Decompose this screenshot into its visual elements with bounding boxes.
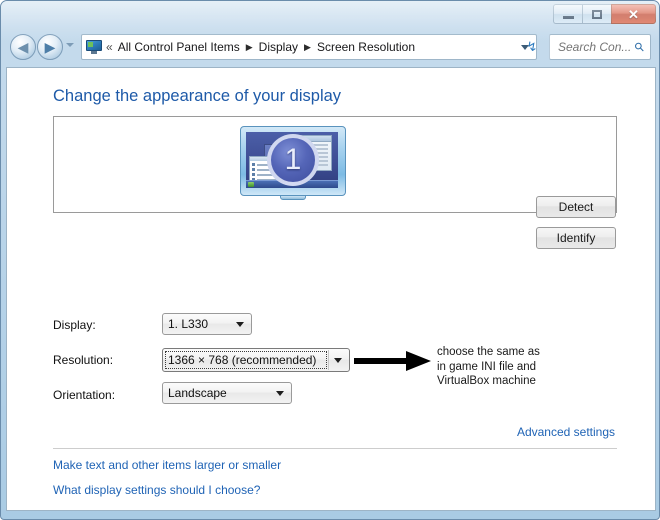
back-arrow-icon: ◀ bbox=[17, 39, 29, 55]
forward-arrow-icon: ▶ bbox=[44, 39, 56, 55]
refresh-icon: ↯ bbox=[526, 39, 538, 54]
monitor-number-badge: 1 bbox=[267, 134, 319, 186]
title-bar: ✕ bbox=[1, 1, 659, 29]
breadcrumb-separator-icon: ▶ bbox=[245, 41, 253, 52]
close-icon: ✕ bbox=[628, 6, 639, 22]
resolution-select-value: 1366 × 768 (recommended) bbox=[168, 353, 317, 367]
maximize-button[interactable] bbox=[582, 4, 611, 24]
breadcrumb-overflow-icon[interactable]: « bbox=[106, 40, 113, 54]
display-preview-area: 1 bbox=[53, 116, 617, 213]
breadcrumb-item-all-control-panel-items[interactable]: All Control Panel Items bbox=[117, 40, 241, 54]
display-select[interactable]: 1. L330 bbox=[162, 313, 252, 335]
display-label: Display: bbox=[53, 318, 96, 332]
identify-button[interactable]: Identify bbox=[536, 227, 616, 249]
chevron-down-icon bbox=[236, 321, 244, 327]
annotation-line-3: VirtualBox machine bbox=[437, 375, 536, 387]
advanced-settings-link[interactable]: Advanced settings bbox=[517, 425, 615, 439]
resolution-select[interactable]: 1366 × 768 (recommended) bbox=[162, 348, 350, 372]
chevron-down-icon bbox=[276, 390, 284, 396]
address-bar[interactable]: « All Control Panel Items ▶ Display ▶ Sc… bbox=[81, 34, 537, 60]
resolution-arrow-separator bbox=[328, 350, 329, 370]
orientation-label: Orientation: bbox=[53, 388, 116, 402]
content-pane: Change the appearance of your display 1 … bbox=[6, 67, 656, 511]
monitor-preview[interactable]: 1 bbox=[240, 126, 346, 204]
refresh-button[interactable]: ↯ bbox=[521, 35, 543, 59]
screen-resolution-window: ✕ ◀ ▶ « All Control Panel Items ▶ Displa… bbox=[0, 0, 660, 520]
breadcrumb-item-screen-resolution[interactable]: Screen Resolution bbox=[316, 40, 416, 54]
annotation-line-2: in game INI file and bbox=[437, 360, 537, 373]
search-input[interactable] bbox=[556, 39, 634, 55]
content-divider bbox=[53, 448, 617, 449]
navigation-bar: ◀ ▶ « All Control Panel Items ▶ Display … bbox=[1, 29, 659, 65]
annotation-arrow-icon bbox=[354, 351, 431, 371]
close-button[interactable]: ✕ bbox=[611, 4, 656, 24]
page-title: Change the appearance of your display bbox=[53, 87, 342, 105]
recent-pages-dropdown-icon[interactable] bbox=[66, 43, 74, 47]
breadcrumb-separator-icon: ▶ bbox=[304, 41, 311, 52]
orientation-select[interactable]: Landscape bbox=[162, 382, 292, 404]
forward-button[interactable]: ▶ bbox=[37, 34, 63, 60]
display-select-value: 1. L330 bbox=[168, 317, 209, 331]
what-display-settings-link[interactable]: What display settings should I choose? bbox=[53, 483, 260, 497]
minimize-button[interactable] bbox=[553, 4, 582, 24]
orientation-select-value: Landscape bbox=[168, 386, 227, 400]
preview-start-orb-icon bbox=[248, 182, 254, 187]
detect-button[interactable]: Detect bbox=[536, 196, 616, 218]
resolution-label: Resolution: bbox=[53, 353, 114, 367]
chevron-down-icon bbox=[334, 357, 342, 363]
search-box[interactable]: ⚲ bbox=[549, 34, 651, 60]
make-text-larger-link[interactable]: Make text and other items larger or smal… bbox=[53, 458, 281, 472]
control-panel-monitor-icon bbox=[86, 39, 102, 55]
window-controls: ✕ bbox=[553, 4, 656, 24]
back-button[interactable]: ◀ bbox=[10, 34, 36, 60]
minimize-icon bbox=[562, 16, 574, 19]
breadcrumb-item-display[interactable]: Display bbox=[258, 40, 299, 54]
annotation-text: choose the same as in game INI file and … bbox=[437, 345, 540, 389]
annotation-line-1: choose the same as bbox=[437, 346, 540, 358]
maximize-icon bbox=[592, 9, 602, 19]
monitor-stand-icon bbox=[280, 195, 306, 200]
